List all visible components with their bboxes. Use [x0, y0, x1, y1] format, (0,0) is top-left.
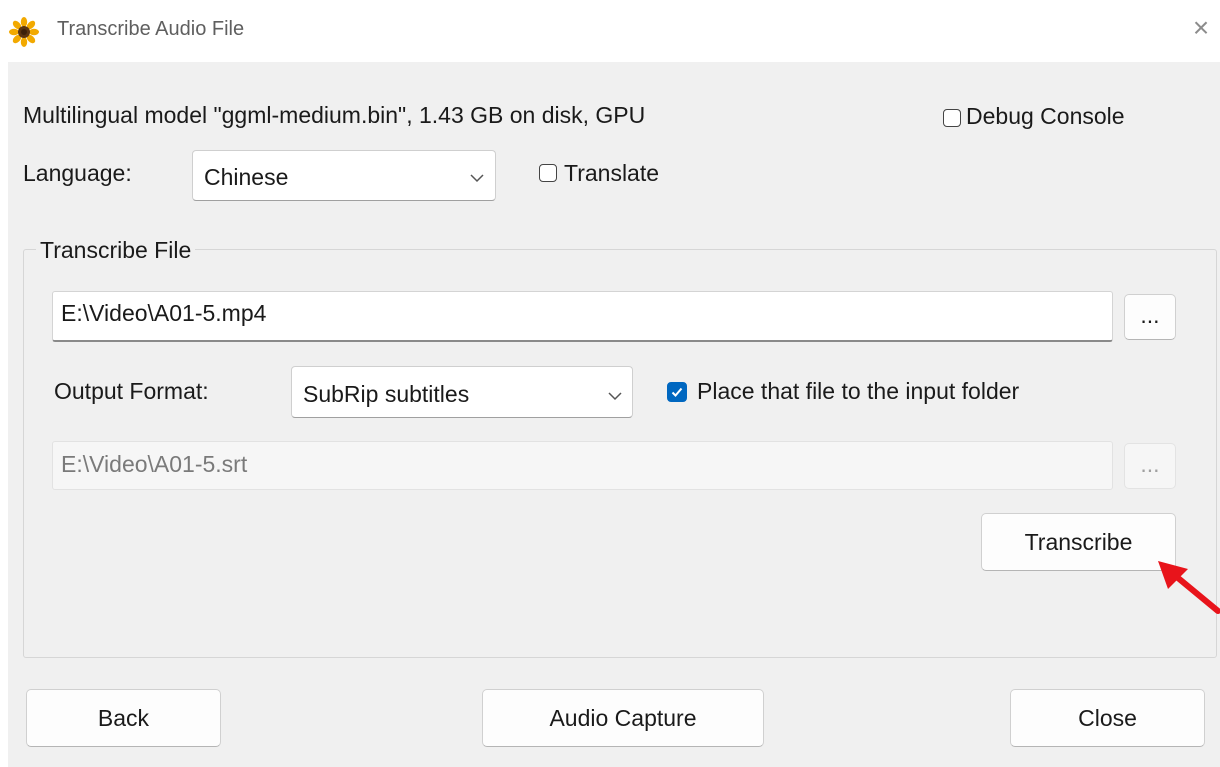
language-selected-value: Chinese — [204, 164, 289, 190]
place-in-input-folder-label: Place that file to the input folder — [697, 378, 1020, 404]
close-window-icon[interactable]: × — [1185, 10, 1217, 46]
annotation-arrow-icon — [1158, 561, 1220, 614]
debug-console-checkbox[interactable]: Debug Console — [943, 102, 1173, 132]
close-button[interactable]: Close — [1010, 689, 1205, 747]
output-format-selected-value: SubRip subtitles — [303, 381, 470, 407]
transcribe-button[interactable]: Transcribe — [981, 513, 1176, 571]
input-file-path-field[interactable]: E:\Video\A01-5.mp4 — [52, 291, 1113, 342]
checkmark-icon — [671, 387, 683, 397]
language-dropdown[interactable]: Chinese — [192, 150, 496, 201]
place-in-input-folder-checkbox-box[interactable] — [667, 382, 687, 402]
browse-input-button[interactable]: ... — [1124, 294, 1176, 340]
output-format-label: Output Format: — [54, 378, 209, 404]
browse-output-button: ... — [1124, 443, 1176, 489]
dialog-body: Multilingual model "ggml-medium.bin", 1.… — [8, 62, 1220, 767]
output-format-dropdown[interactable]: SubRip subtitles — [291, 366, 633, 418]
translate-checkbox[interactable]: Translate — [539, 160, 699, 190]
translate-checkbox-box[interactable] — [539, 164, 557, 182]
language-label: Language: — [23, 160, 132, 186]
audio-capture-button[interactable]: Audio Capture — [482, 689, 764, 747]
chevron-down-icon — [470, 174, 484, 183]
transcribe-audio-file-dialog: Transcribe Audio File × Multilingual mod… — [0, 0, 1220, 767]
input-file-path-value: E:\Video\A01-5.mp4 — [61, 300, 267, 326]
back-button[interactable]: Back — [26, 689, 221, 747]
transcribe-file-legend: Transcribe File — [36, 237, 196, 264]
place-in-input-folder-checkbox[interactable]: Place that file to the input folder — [667, 376, 1127, 408]
translate-label: Translate — [564, 160, 660, 186]
model-info-text: Multilingual model "ggml-medium.bin", 1.… — [23, 102, 646, 128]
output-file-path-value: E:\Video\A01-5.srt — [61, 451, 248, 477]
debug-console-checkbox-box[interactable] — [943, 109, 961, 127]
window-title: Transcribe Audio File — [57, 18, 245, 40]
sunflower-icon — [9, 17, 39, 47]
debug-console-label: Debug Console — [966, 103, 1125, 129]
chevron-down-icon — [608, 392, 622, 401]
output-file-path-field: E:\Video\A01-5.srt — [52, 441, 1113, 490]
title-bar: Transcribe Audio File × — [0, 0, 1220, 62]
